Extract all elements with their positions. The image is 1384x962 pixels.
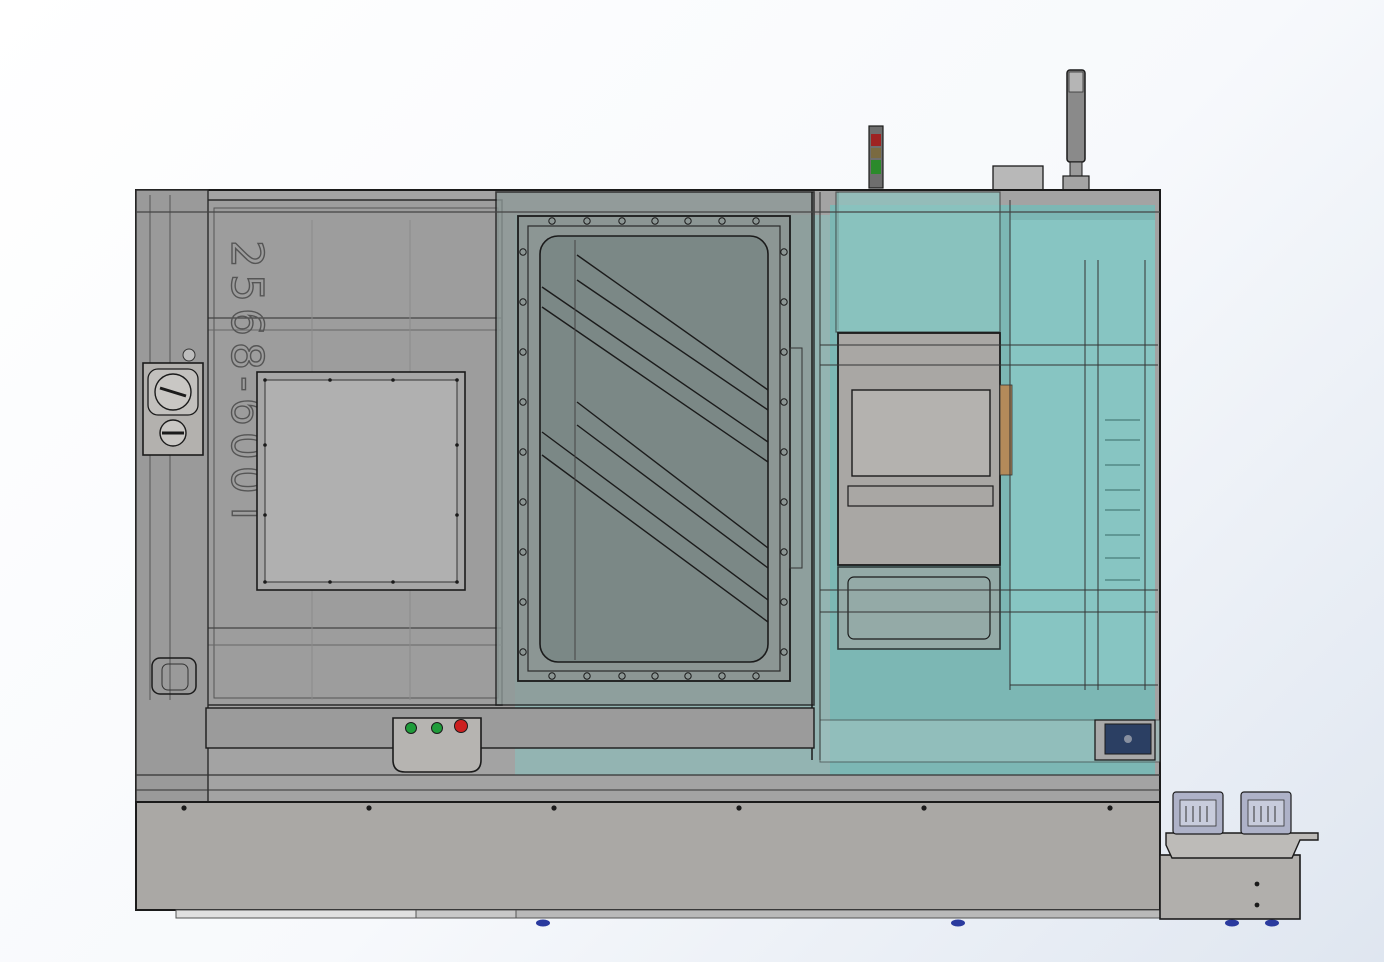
interior-cyan-highlight [1010,220,1155,685]
conveyor-motor-left [1172,791,1224,835]
left-side-strip [135,189,209,803]
green-button-2[interactable] [431,722,443,734]
emergency-stop-button[interactable] [454,719,468,733]
small-signal-lamp-icon [868,125,884,189]
main-window-glass [539,235,769,663]
red-lamp [871,134,881,146]
motor-icon [1094,719,1156,761]
side-module [1159,854,1301,920]
amber-lamp [871,148,881,158]
lower-rail [205,707,815,749]
signal-tower-icon [1062,69,1090,193]
leveling-feet [536,919,1279,927]
green-button[interactable] [405,722,417,734]
cad-machine-drawing: 2568-600T [135,69,1319,927]
button-panel-icon [392,717,482,773]
top-vent-box [992,165,1044,193]
green-lamp [871,160,881,174]
machine-base [135,801,1161,911]
upper-right-enclosure [835,191,1001,333]
dial-icon [142,348,204,456]
conveyor-motor-right [1240,791,1292,835]
